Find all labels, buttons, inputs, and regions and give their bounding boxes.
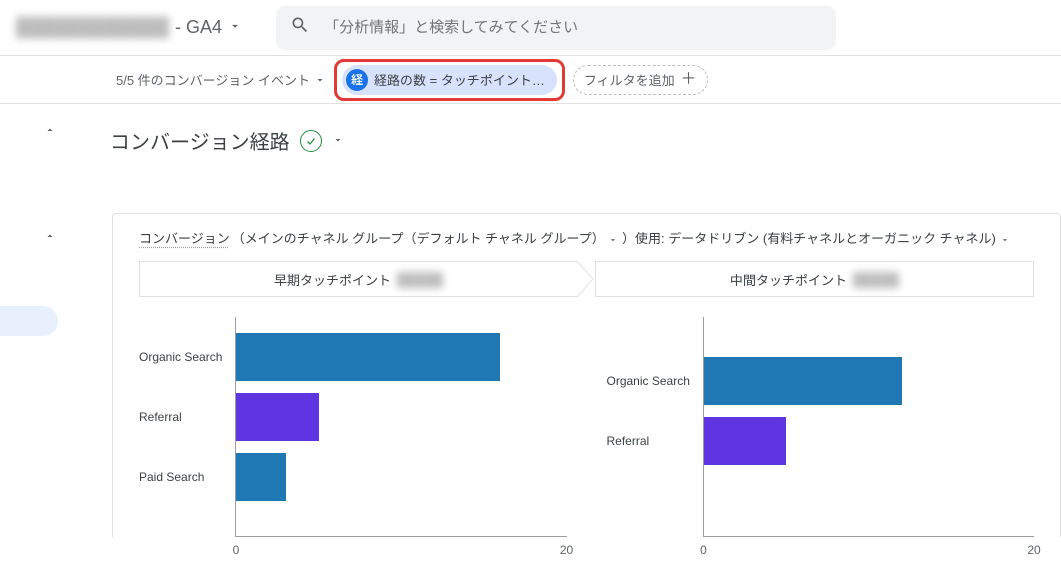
chart-middle-labels: Organic SearchReferral [607, 317, 703, 537]
app-header: ████████████ - GA4 [0, 0, 1061, 56]
chart-category-label: Referral [139, 387, 235, 447]
chart-category-label: Referral [607, 411, 703, 471]
rail-collapse-icon[interactable] [40, 226, 60, 246]
touchpoint-tab-early[interactable]: 早期タッチポイント █████ [139, 261, 577, 297]
chevron-down-icon[interactable] [608, 231, 618, 246]
search-icon [290, 15, 310, 40]
page-title-row: コンバージョン経路 [0, 104, 1061, 167]
chevron-down-icon [228, 17, 242, 38]
chart-early: Organic SearchReferralPaid Search 020 [139, 317, 567, 537]
chart-bar [704, 417, 787, 465]
page-title: コンバージョン経路 [110, 126, 290, 155]
status-check-icon [300, 130, 322, 152]
conversion-event-selector[interactable]: 5/5 件のコンバージョン イベント [116, 70, 326, 89]
card-dimension-row: コンバージョン （メインのチャネル グループ（デフォルト チャネル グループ） … [113, 214, 1060, 261]
property-name: ████████████ [16, 17, 169, 38]
filter-chip-icon: 経 [346, 69, 368, 91]
chart-bar [236, 393, 319, 441]
search-bar[interactable] [276, 6, 836, 50]
conversion-path-card: コンバージョン （メインのチャネル グループ（デフォルト チャネル グループ） … [112, 213, 1061, 537]
property-selector[interactable]: ████████████ - GA4 [16, 17, 262, 38]
touchpoint-tab-value: █████ [397, 272, 443, 287]
chart-tick: 20 [1027, 543, 1040, 557]
channel-group-text: （メインのチャネル グループ（デフォルト チャネル グループ） ）使用: データ… [232, 228, 1010, 247]
chart-category-label: Organic Search [607, 351, 703, 411]
title-dropdown[interactable] [332, 129, 344, 152]
chart-tick: 20 [560, 543, 573, 557]
chart-early-labels: Organic SearchReferralPaid Search [139, 317, 235, 537]
rail-collapse-icon[interactable] [40, 120, 60, 140]
active-filter-chip[interactable]: 経 経路の数 = タッチポイント… [342, 65, 557, 95]
add-filter-chip[interactable]: フィルタを追加 ＋ [573, 65, 708, 95]
highlight-annotation: 経 経路の数 = タッチポイント… [334, 59, 565, 101]
property-suffix: - GA4 [175, 17, 222, 38]
touchpoint-tabs: 早期タッチポイント █████ 中間タッチポイント █████ [113, 261, 1060, 297]
conversion-event-label: 5/5 件のコンバージョン イベント [116, 70, 310, 89]
chart-middle: Organic SearchReferral 020 [607, 317, 1035, 537]
filter-bar: 5/5 件のコンバージョン イベント 経 経路の数 = タッチポイント… フィル… [0, 56, 1061, 104]
dimension-link[interactable]: コンバージョン [139, 228, 230, 247]
filter-chip-label: 経路の数 = タッチポイント… [374, 70, 545, 89]
left-rail [0, 56, 60, 583]
chart-tick: 0 [233, 543, 240, 557]
chart-middle-plot: 020 [703, 317, 1035, 537]
touchpoint-tab-label: 中間タッチポイント [730, 270, 847, 289]
touchpoint-tab-middle[interactable]: 中間タッチポイント █████ [595, 261, 1034, 297]
chart-category-label: Paid Search [139, 447, 235, 507]
touchpoint-tab-label: 早期タッチポイント [274, 270, 391, 289]
rail-active-indicator [0, 306, 58, 336]
chart-category-label: Organic Search [139, 327, 235, 387]
add-filter-label: フィルタを追加 [584, 70, 675, 89]
chart-bar [236, 333, 500, 381]
chart-bar [236, 453, 286, 501]
touchpoint-separator [577, 261, 595, 297]
chevron-down-icon[interactable] [1000, 231, 1010, 246]
touchpoint-tab-value: █████ [853, 272, 899, 287]
chart-tick: 0 [700, 543, 707, 557]
charts-container: Organic SearchReferralPaid Search 020 Or… [113, 297, 1060, 537]
search-input[interactable] [324, 19, 822, 36]
chart-early-plot: 020 [235, 317, 567, 537]
chart-bar [704, 357, 902, 405]
